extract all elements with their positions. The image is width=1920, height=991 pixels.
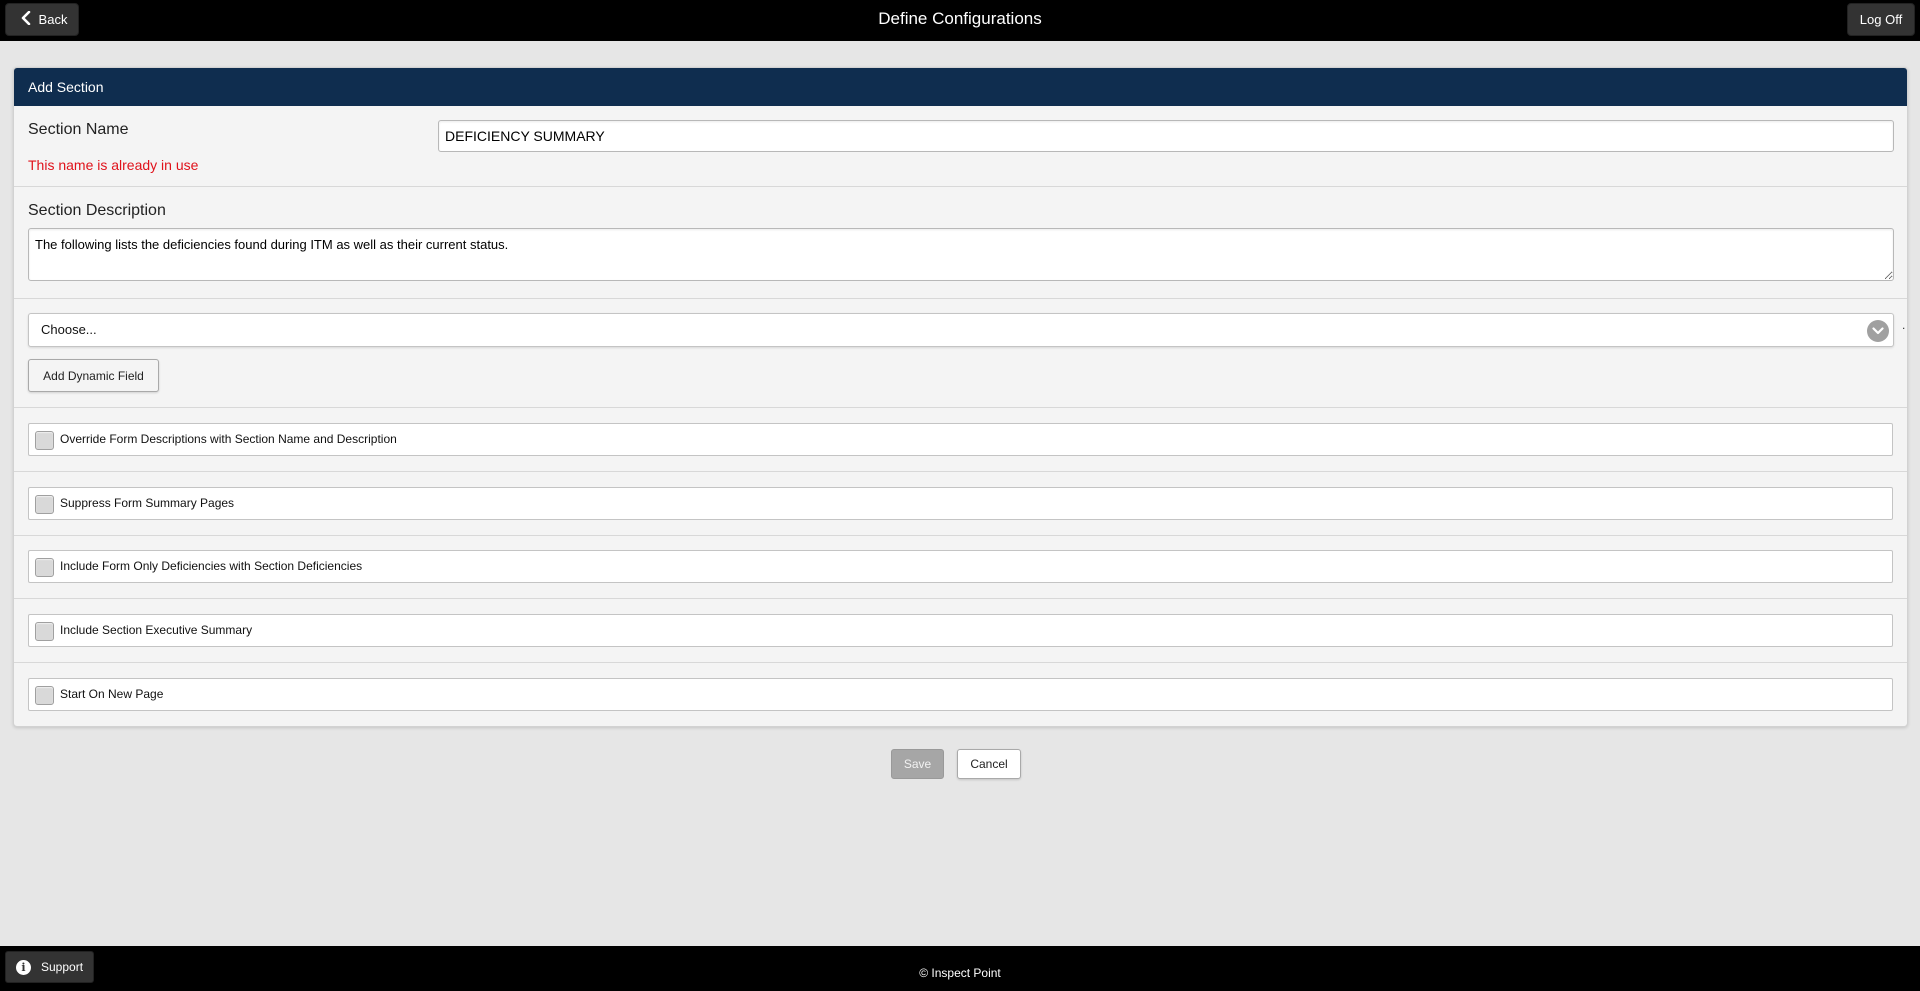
option-include-executive-summary[interactable]: Include Section Executive Summary [28, 614, 1893, 647]
section-description-row: Section Description The following lists … [14, 187, 1907, 299]
option-label: Include Form Only Deficiencies with Sect… [60, 559, 363, 573]
section-description-textarea[interactable]: The following lists the deficiencies fou… [28, 228, 1894, 281]
option-label: Suppress Form Summary Pages [60, 496, 235, 510]
chevron-down-icon [1867, 320, 1889, 342]
dynamic-field-select-value: Choose... [41, 322, 97, 337]
section-name-label: Section Name [28, 121, 129, 138]
option-row: Include Section Executive Summary [14, 599, 1907, 663]
card-title: Add Section [14, 68, 1907, 106]
checkbox[interactable] [35, 622, 54, 641]
option-start-new-page[interactable]: Start On New Page [28, 678, 1893, 711]
section-description-label: Section Description [28, 202, 166, 219]
checkbox[interactable] [35, 686, 54, 705]
option-override-descriptions[interactable]: Override Form Descriptions with Section … [28, 423, 1893, 456]
option-include-form-deficiencies[interactable]: Include Form Only Deficiencies with Sect… [28, 550, 1893, 583]
info-icon: i [16, 959, 31, 975]
log-off-button[interactable]: Log Off [1847, 3, 1915, 36]
option-row: Include Form Only Deficiencies with Sect… [14, 536, 1907, 599]
option-row: Override Form Descriptions with Section … [14, 408, 1907, 472]
back-button-label: Back [38, 12, 68, 27]
dynamic-field-row: Choose... . Add Dynamic Field [14, 299, 1907, 408]
section-name-input[interactable] [438, 120, 1894, 152]
option-row: Suppress Form Summary Pages [14, 472, 1907, 536]
checkbox[interactable] [35, 558, 54, 577]
footer: © Inspect Point i Support [0, 946, 1920, 991]
option-label: Override Form Descriptions with Section … [60, 432, 397, 446]
section-name-row: Section Name This name is already in use [14, 106, 1907, 187]
section-name-error: This name is already in use [28, 157, 199, 173]
cancel-button[interactable]: Cancel [957, 749, 1021, 779]
option-label: Include Section Executive Summary [60, 623, 253, 637]
copyright-text: © Inspect Point [919, 966, 1001, 980]
option-row: Start On New Page [14, 663, 1907, 726]
save-button[interactable]: Save [891, 749, 944, 779]
support-button[interactable]: i Support [5, 951, 94, 983]
add-section-card: Add Section Section Name This name is al… [13, 67, 1908, 727]
option-label: Start On New Page [60, 687, 164, 701]
support-button-label: Support [41, 960, 84, 974]
checkbox[interactable] [35, 431, 54, 450]
add-dynamic-field-button[interactable]: Add Dynamic Field [28, 359, 159, 392]
page-title: Define Configurations [878, 9, 1042, 28]
back-button[interactable]: Back [5, 3, 79, 36]
checkbox[interactable] [35, 495, 54, 514]
option-suppress-summary-pages[interactable]: Suppress Form Summary Pages [28, 487, 1893, 520]
chevron-left-icon [21, 10, 31, 28]
trailing-mark: . [1902, 318, 1906, 332]
dynamic-field-select[interactable]: Choose... [28, 313, 1894, 347]
top-bar: Define Configurations Back Log Off [0, 0, 1920, 41]
